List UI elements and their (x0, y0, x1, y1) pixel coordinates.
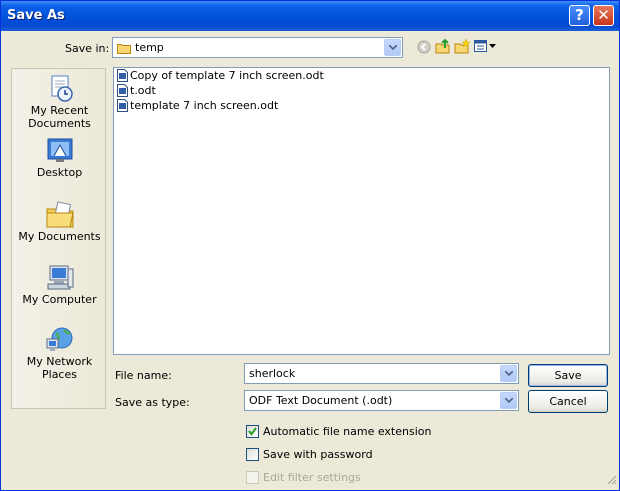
list-item[interactable]: t.odt (117, 84, 156, 99)
file-name: Copy of template 7 inch screen.odt (130, 69, 324, 82)
new-folder-icon[interactable] (454, 38, 471, 57)
file-list[interactable]: Copy of template 7 inch screen.odt t.odt… (113, 67, 610, 355)
close-button[interactable]: ✕ (593, 5, 614, 26)
checkbox-label: Edit filter settings (263, 471, 361, 484)
checkbox-label: Save with password (263, 448, 373, 461)
place-label: My Computer (22, 293, 97, 306)
place-label: Desktop (36, 166, 83, 179)
checkmark-icon (248, 427, 257, 436)
help-button[interactable]: ? (569, 5, 590, 26)
file-name: t.odt (130, 84, 156, 97)
desktop-icon (44, 136, 76, 166)
chevron-down-icon[interactable] (500, 365, 517, 382)
list-item[interactable]: Copy of template 7 inch screen.odt (117, 69, 324, 84)
window-title: Save As (7, 8, 65, 23)
save-with-password-checkbox[interactable]: Save with password (246, 448, 373, 462)
place-my-recent-documents[interactable]: My Recent Documents (12, 74, 107, 130)
save-in-label: Save in: (65, 42, 110, 55)
file-name: template 7 inch screen.odt (130, 99, 279, 112)
checkbox-label: Automatic file name extension (263, 425, 432, 438)
save-in-combo[interactable]: temp (112, 37, 403, 58)
my-documents-icon (44, 200, 76, 230)
title-bar[interactable]: Save As ? ✕ (1, 1, 619, 31)
checkbox-box[interactable] (246, 448, 259, 461)
place-desktop[interactable]: Desktop (12, 136, 107, 179)
chevron-down-icon[interactable] (500, 392, 517, 409)
network-places-icon (44, 325, 76, 355)
list-item[interactable]: template 7 inch screen.odt (117, 99, 278, 114)
save-as-type-select[interactable]: ODF Text Document (.odt) (244, 390, 519, 411)
file-name-field[interactable]: sherlock (244, 363, 519, 384)
place-label: My Network Places (26, 355, 93, 381)
checkbox-box[interactable] (246, 425, 259, 438)
views-menu-icon[interactable] (474, 39, 498, 56)
folder-icon (117, 42, 131, 57)
back-icon[interactable] (417, 40, 431, 57)
document-icon (117, 99, 128, 112)
my-computer-icon (44, 263, 76, 293)
document-icon (117, 69, 128, 82)
place-my-documents[interactable]: My Documents (12, 200, 107, 243)
place-my-computer[interactable]: My Computer (12, 263, 107, 306)
recent-documents-icon (44, 74, 76, 104)
place-label: My Documents (18, 230, 101, 243)
save-as-type-label: Save as type: (115, 396, 190, 409)
file-name-label: File name: (115, 369, 172, 382)
cancel-button[interactable]: Cancel (528, 390, 608, 413)
save-as-dialog: Save As ? ✕ Save in: temp My Recent Docu… (0, 0, 620, 491)
up-folder-icon[interactable] (435, 38, 451, 57)
place-label: My Recent Documents (28, 104, 91, 130)
chevron-down-icon[interactable] (384, 39, 401, 56)
place-my-network-places[interactable]: My Network Places (12, 325, 107, 381)
resize-grip-icon[interactable] (605, 473, 617, 488)
document-icon (117, 84, 128, 97)
save-in-value: temp (135, 41, 164, 54)
save-button[interactable]: Save (528, 364, 608, 387)
auto-extension-checkbox[interactable]: Automatic file name extension (246, 425, 431, 439)
file-name-value[interactable]: sherlock (249, 367, 295, 380)
places-bar: My Recent Documents Desktop My Documents… (11, 68, 106, 409)
edit-filter-settings-checkbox: Edit filter settings (246, 471, 361, 485)
save-as-type-value: ODF Text Document (.odt) (249, 394, 393, 407)
checkbox-box (246, 471, 259, 484)
